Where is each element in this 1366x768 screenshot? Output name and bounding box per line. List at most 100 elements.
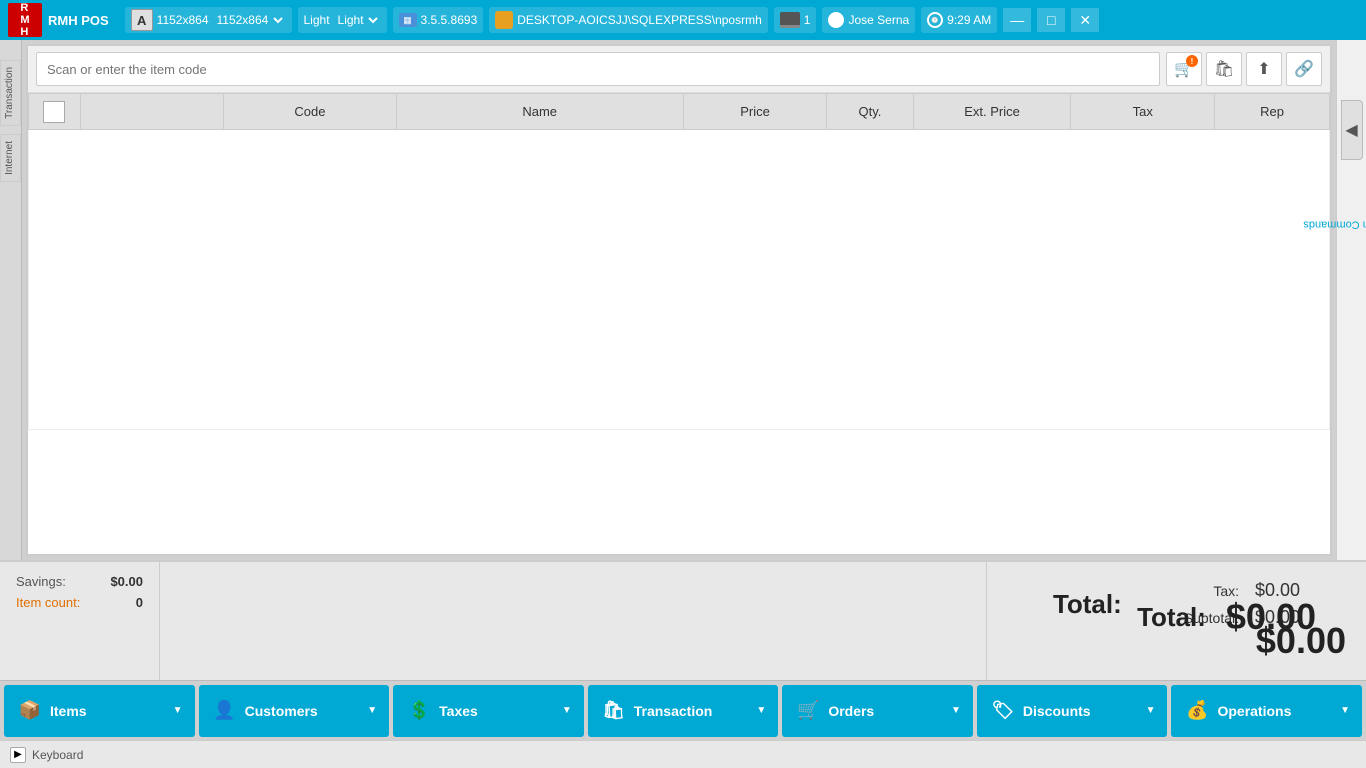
discounts-icon: 🏷 <box>989 697 1017 725</box>
upload-icon: ⬆ <box>1257 59 1270 79</box>
cart-icon-wrapper: 🛒 ! <box>1174 59 1194 79</box>
transaction-label: Transaction <box>634 703 713 719</box>
col-empty <box>80 94 224 130</box>
clock-icon: 🕒 <box>927 12 943 28</box>
orders-icon: 🛒 <box>794 697 822 725</box>
taxes-nav-button[interactable]: 💲 Taxes ▼ <box>393 685 584 737</box>
transaction-tab[interactable]: Transaction <box>0 60 21 126</box>
customers-nav-button[interactable]: 👤 Customers ▼ <box>199 685 390 737</box>
server-value: DESKTOP-AOICSJJ\SQLEXPRESS\nposrmh <box>517 13 762 27</box>
custom-commands-toggle[interactable]: ◀ <box>1341 100 1363 160</box>
display-count: 1 <box>774 7 817 33</box>
user-avatar-icon <box>828 12 844 28</box>
discounts-label: Discounts <box>1023 703 1091 719</box>
customers-icon: 👤 <box>211 697 239 725</box>
customers-arrow-icon: ▼ <box>367 705 377 716</box>
orders-arrow-icon: ▼ <box>951 705 961 716</box>
table-body <box>29 130 1330 430</box>
font-size-control[interactable]: A 1152x864 1152x864 1366x768 <box>125 7 292 33</box>
orders-nav-button[interactable]: 🛒 Orders ▼ <box>782 685 973 737</box>
search-bar: 🛒 ! 🛍 ⬆ 🔗 <box>28 46 1330 93</box>
display-count-value: 1 <box>804 13 811 27</box>
col-rep: Rep <box>1215 94 1330 130</box>
item-count-label: Item count: <box>16 595 80 610</box>
operations-icon: 💰 <box>1183 697 1211 725</box>
col-code: Code <box>224 94 396 130</box>
item-search-input[interactable] <box>36 52 1160 86</box>
col-price: Price <box>683 94 827 130</box>
summary-left: Savings: $0.00 Item count: 0 <box>0 562 160 680</box>
transaction-area: 🛒 ! 🛍 ⬆ 🔗 <box>26 44 1332 556</box>
bag-icon: 🛍 <box>1214 59 1234 79</box>
col-checkbox <box>29 94 81 130</box>
table-header-row: Code Name Price Qty. Ext. Price Tax Rep <box>29 94 1330 130</box>
operations-arrow-icon: ▼ <box>1340 705 1350 716</box>
item-count-value: 0 <box>136 595 143 610</box>
time-value: 9:29 AM <box>947 13 991 27</box>
taxes-label: Taxes <box>439 703 478 719</box>
savings-label: Savings: <box>16 574 66 589</box>
cart-icon-button[interactable]: 🛒 ! <box>1166 52 1202 86</box>
app-title: RMH POS <box>48 13 109 28</box>
col-name: Name <box>396 94 683 130</box>
orders-label: Orders <box>828 703 874 719</box>
items-nav-button[interactable]: 📦 Items ▼ <box>4 685 195 737</box>
item-count-row: Item count: 0 <box>16 595 143 610</box>
bag-icon-button[interactable]: 🛍 <box>1206 52 1242 86</box>
col-tax: Tax <box>1071 94 1215 130</box>
link-icon: 🔗 <box>1294 59 1314 79</box>
items-label: Items <box>50 703 87 719</box>
resolution-select[interactable]: 1152x864 1366x768 <box>213 12 286 28</box>
summary-center <box>160 562 986 680</box>
table-row <box>29 130 1330 430</box>
custom-commands-label[interactable]: Custom Commands <box>1303 219 1366 231</box>
discounts-arrow-icon: ▼ <box>1146 705 1156 716</box>
db-icon: ▦ <box>399 13 417 27</box>
keyboard-label: Keyboard <box>32 748 83 762</box>
internet-tab[interactable]: Internet <box>0 134 21 182</box>
operations-label: Operations <box>1217 703 1291 719</box>
total-label: Total: <box>1007 589 1122 620</box>
version-display: ▦ 3.5.5.8693 <box>393 7 484 33</box>
upload-icon-button[interactable]: ⬆ <box>1246 52 1282 86</box>
total-value-display: $0.00 <box>1226 596 1316 638</box>
font-icon: A <box>131 9 153 31</box>
theme-control[interactable]: Light Light Dark <box>298 7 387 33</box>
resolution-display: 1152x864 <box>157 13 209 27</box>
time-display: 🕒 9:29 AM <box>921 7 997 33</box>
items-icon: 📦 <box>16 697 44 725</box>
transaction-nav-button[interactable]: 🛍 Transaction ▼ <box>588 685 779 737</box>
minimize-button[interactable]: — <box>1003 8 1031 32</box>
theme-select[interactable]: Light Dark <box>334 12 381 28</box>
col-ext-price: Ext. Price <box>913 94 1071 130</box>
header-bar: RMH RMH POS A 1152x864 1152x864 1366x768… <box>0 0 1366 40</box>
discounts-nav-button[interactable]: 🏷 Discounts ▼ <box>977 685 1168 737</box>
savings-value: $0.00 <box>110 574 143 589</box>
transaction-icon: 🛍 <box>600 697 628 725</box>
maximize-button[interactable]: □ <box>1037 8 1065 32</box>
app-logo: RMH <box>8 3 42 37</box>
link-icon-button[interactable]: 🔗 <box>1286 52 1322 86</box>
transaction-arrow-icon: ▼ <box>756 705 766 716</box>
select-all-checkbox[interactable] <box>43 101 65 123</box>
cart-warning-badge: ! <box>1186 55 1198 67</box>
items-table: Code Name Price Qty. Ext. Price Tax Rep <box>28 93 1330 430</box>
keyboard-toggle-checkbox[interactable]: ▶ <box>10 747 26 763</box>
savings-row: Savings: $0.00 <box>16 574 143 589</box>
items-table-container: Code Name Price Qty. Ext. Price Tax Rep <box>28 93 1330 554</box>
theme-value: Light <box>304 13 330 27</box>
server-display: DESKTOP-AOICSJJ\SQLEXPRESS\nposrmh <box>489 7 768 33</box>
monitor-icon <box>780 12 800 28</box>
keyboard-bar: ▶ Keyboard <box>0 740 1366 768</box>
close-button[interactable]: ✕ <box>1071 8 1099 32</box>
total-label-display: Total: <box>1137 602 1206 633</box>
version-value: 3.5.5.8693 <box>421 13 478 27</box>
customers-label: Customers <box>245 703 318 719</box>
search-actions: 🛒 ! 🛍 ⬆ 🔗 <box>1166 52 1322 86</box>
operations-nav-button[interactable]: 💰 Operations ▼ <box>1171 685 1362 737</box>
user-name: Jose Serna <box>848 13 909 27</box>
main-content: Transaction Internet 🛒 ! 🛍 ⬆ <box>0 40 1366 560</box>
taxes-icon: 💲 <box>405 697 433 725</box>
bottom-nav: 📦 Items ▼ 👤 Customers ▼ 💲 Taxes ▼ 🛍 Tran… <box>0 680 1366 740</box>
user-display: Jose Serna <box>822 7 915 33</box>
